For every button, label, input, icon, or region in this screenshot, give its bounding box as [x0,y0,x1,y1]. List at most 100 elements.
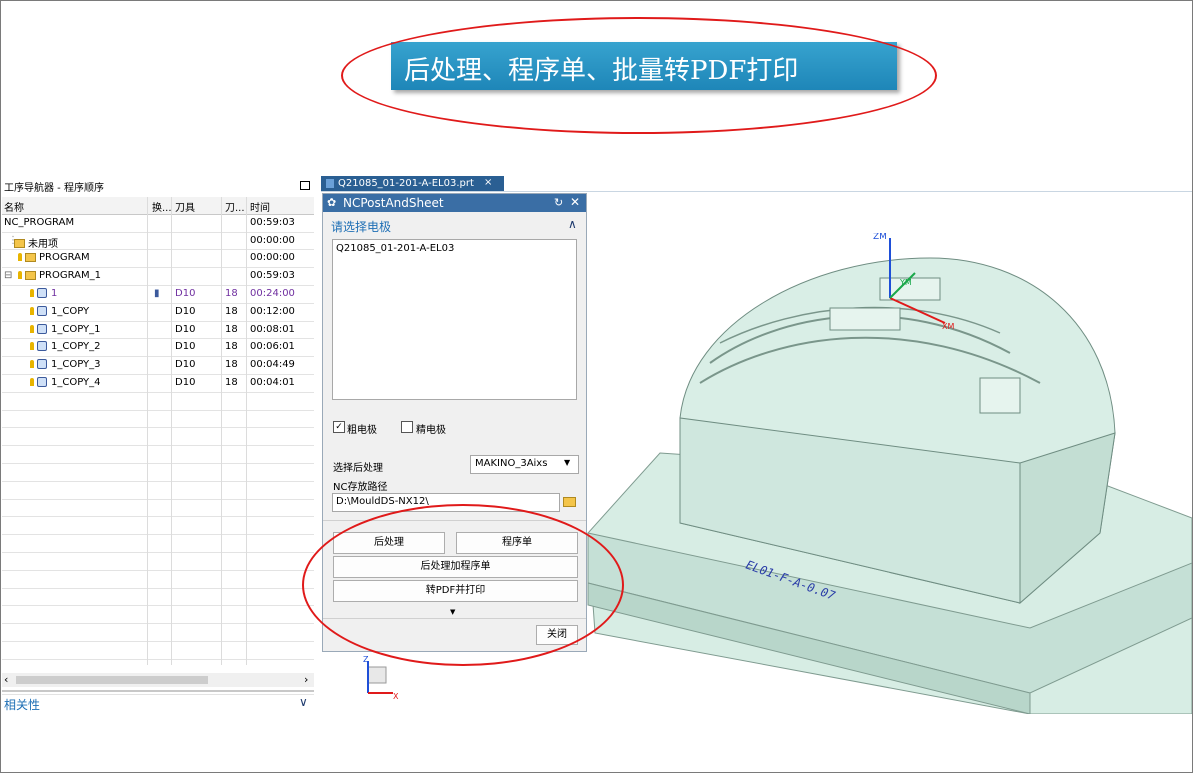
tree-row-op-1-copy-2[interactable]: 1_COPY_2 D10 18 00:06:01 [2,339,314,358]
empty-row [2,482,314,500]
dependency-panel[interactable]: 相关性 ∨ [2,690,314,714]
scroll-left-icon[interactable]: ‹ [4,673,8,686]
empty-row [2,500,314,518]
row-tool-number: 18 [225,287,238,299]
close-tab-icon[interactable]: × [484,177,492,188]
col-toolchange[interactable]: 换... [152,199,172,214]
row-tool: D10 [175,287,196,299]
maximize-icon[interactable] [300,181,310,190]
key-icon [30,360,34,369]
key-icon [30,288,34,297]
gear-icon[interactable]: ✿ [327,196,336,209]
empty-row [2,393,314,411]
tree-row-op-1-copy-4[interactable]: 1_COPY_4 D10 18 00:04:01 [2,375,314,393]
row-time: 00:59:03 [250,216,295,228]
post-processor-select[interactable]: MAKINO_3Aixs ▼ [470,455,579,474]
dialog-title-bar: ✿ NCPostAndSheet ↻ ✕ [323,194,586,212]
row-name: 1_COPY_3 [51,359,101,371]
empty-row [2,624,314,642]
folder-icon [14,239,25,249]
tree-row-op-1[interactable]: 1 ▮ D10 18 00:24:00 [2,286,314,304]
horizontal-scrollbar[interactable]: ‹ › [2,673,314,687]
row-time: 00:00:00 [250,252,295,264]
row-tool-number: 18 [225,323,238,335]
row-time: 00:04:01 [250,376,295,388]
row-time: 00:59:03 [250,270,295,282]
row-name: PROGRAM_1 [39,270,101,282]
row-tool: D10 [175,359,196,371]
tree-row-op-1-copy[interactable]: 1_COPY D10 18 00:12:00 [2,304,314,322]
row-tool-number: 18 [225,376,238,388]
operation-icon [37,359,47,370]
key-icon [30,342,34,351]
row-time: 00:08:01 [250,323,295,335]
tree-row-op-1-copy-3[interactable]: 1_COPY_3 D10 18 00:04:49 [2,357,314,375]
file-tab-label: Q21085_01-201-A-EL03.prt [338,178,474,189]
col-tool-number[interactable]: 刀... [225,199,245,214]
empty-row [2,642,314,660]
key-icon [30,377,34,386]
view-triad: Z X [363,655,399,701]
row-time: 00:12:00 [250,305,295,317]
file-tab[interactable]: Q21085_01-201-A-EL03.prt × [321,176,504,192]
post-processor-label: 选择后处理 [333,463,383,474]
operation-icon [37,287,47,298]
operation-icon [37,376,47,387]
annotation-ellipse-title [341,17,937,134]
rough-electrode-label: 粗电极 [347,425,377,436]
tree-row-op-1-copy-1[interactable]: 1_COPY_1 D10 18 00:08:01 [2,322,314,340]
post-processor-value: MAKINO_3Aixs [475,458,548,469]
tree-row-nc-program[interactable]: NC_PROGRAM 00:59:03 [2,215,314,233]
navigator-title: 工序导航器 - 程序顺序 [4,183,104,194]
row-tool-number: 18 [225,359,238,371]
column-divider [221,197,222,665]
row-name: 1_COPY_4 [51,376,101,388]
tree-row-unused[interactable]: ⋮ 未用项 00:00:00 [2,233,314,251]
column-divider [171,197,172,665]
col-tool[interactable]: 刀具 [175,199,195,214]
collapse-icon[interactable]: ⊟ [4,270,12,281]
operation-navigator: 工序导航器 - 程序顺序 名称 换... 刀具 刀... 时间 NC_PROGR… [1,177,315,713]
dialog-title: NCPostAndSheet [343,196,444,210]
operation-icon [37,305,47,316]
electrode-listbox[interactable]: Q21085_01-201-A-EL03 [332,239,577,400]
row-tool: D10 [175,341,196,353]
axis-xm-label: XM [942,322,954,331]
key-icon [18,253,22,262]
empty-row [2,517,314,536]
row-name: NC_PROGRAM [4,216,75,228]
folder-icon [25,270,36,280]
row-name: PROGRAM [39,252,90,264]
col-time[interactable]: 时间 [250,199,270,214]
navigator-grid: 名称 换... 刀具 刀... 时间 NC_PROGRAM 00:59:03 ⋮… [2,197,314,696]
empty-row [2,553,314,571]
electrode-3d-model[interactable]: ZM YM XM EL01-F-A-0.07 [580,233,1192,714]
tree-row-program[interactable]: PROGRAM 00:00:00 [2,250,314,269]
folder-open-icon [563,497,576,507]
triad-x-label: X [393,692,399,701]
tree-row-program-1[interactable]: ⊟ PROGRAM_1 00:59:03 [2,268,314,286]
electrode-list-item[interactable]: Q21085_01-201-A-EL03 [336,243,454,254]
row-tool: D10 [175,305,196,317]
row-tool: D10 [175,323,196,335]
finish-electrode-checkbox[interactable] [401,421,413,433]
empty-row [2,535,314,553]
chevron-up-icon[interactable]: ∧ [568,217,577,231]
rough-electrode-checkbox[interactable]: ✓ [333,421,345,433]
close-icon[interactable]: ✕ [570,195,580,209]
browse-folder-button[interactable] [561,493,577,510]
column-divider [246,197,247,665]
grid-header: 名称 换... 刀具 刀... 时间 [2,197,314,215]
chevron-down-icon[interactable]: ∨ [299,695,308,709]
reset-icon[interactable]: ↻ [554,196,563,209]
empty-row [2,571,314,589]
row-tool-number: 18 [225,341,238,353]
row-name: 未用项 [28,238,58,250]
row-time: 00:06:01 [250,341,295,353]
key-icon [30,306,34,315]
col-name[interactable]: 名称 [4,199,24,214]
scrollbar-thumb[interactable] [16,676,208,684]
annotation-ellipse-buttons [302,504,624,666]
scroll-right-icon[interactable]: › [304,673,308,686]
dependency-label: 相关性 [4,698,41,712]
